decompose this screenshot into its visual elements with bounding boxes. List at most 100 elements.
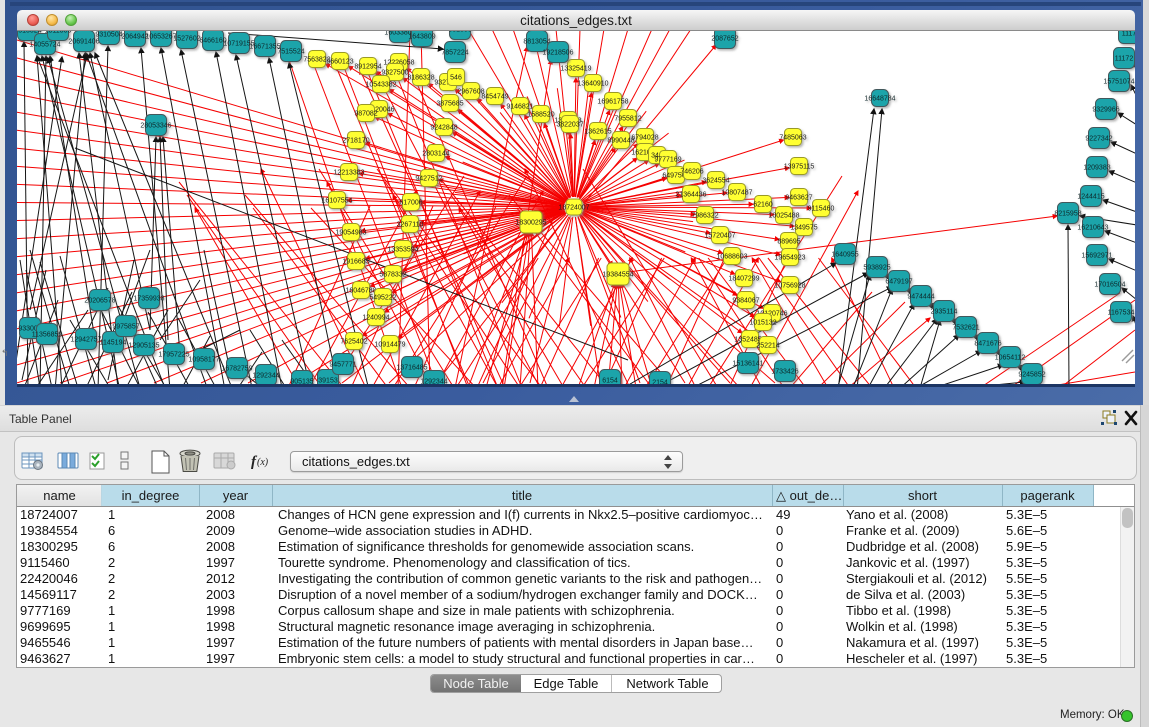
svg-text:1916685: 1916685 bbox=[342, 259, 369, 266]
svg-text:13716485: 13716485 bbox=[396, 365, 427, 372]
svg-text:16107554: 16107554 bbox=[321, 198, 352, 205]
svg-text:11356859: 11356859 bbox=[32, 332, 63, 339]
svg-text:2087652: 2087652 bbox=[711, 36, 738, 43]
svg-text:8813054: 8813054 bbox=[523, 39, 550, 46]
svg-text:1362615: 1362615 bbox=[584, 129, 611, 136]
svg-text:9660123: 9660123 bbox=[326, 59, 353, 66]
svg-text:9463627: 9463627 bbox=[785, 195, 812, 202]
svg-text:7857224: 7857224 bbox=[441, 50, 468, 57]
svg-text:9115460: 9115460 bbox=[808, 206, 835, 213]
svg-text:9427512: 9427512 bbox=[415, 176, 442, 183]
svg-text:18407299: 18407299 bbox=[728, 276, 759, 283]
svg-text:1640955: 1640955 bbox=[831, 252, 858, 259]
svg-text:7955812: 7955812 bbox=[614, 116, 641, 123]
svg-text:10914479: 10914479 bbox=[374, 342, 405, 349]
svg-text:10543382: 10543382 bbox=[365, 82, 396, 89]
svg-text:1240994: 1240994 bbox=[362, 315, 389, 322]
svg-text:1117: 1117 bbox=[1122, 31, 1135, 38]
svg-text:28053346: 28053346 bbox=[140, 123, 171, 130]
svg-text:1811306: 1811306 bbox=[45, 31, 72, 35]
svg-text:2935114: 2935114 bbox=[931, 309, 958, 316]
svg-text:12942757: 12942757 bbox=[70, 337, 101, 344]
svg-text:14055724: 14055724 bbox=[29, 42, 60, 49]
svg-text:1733426: 1733426 bbox=[771, 369, 798, 376]
svg-text:19054983: 19054983 bbox=[335, 230, 366, 237]
svg-text:7625402: 7625402 bbox=[340, 339, 367, 346]
svg-text:3267110: 3267110 bbox=[397, 222, 424, 229]
svg-text:8186328: 8186328 bbox=[407, 75, 434, 82]
svg-text:1527602: 1527602 bbox=[173, 36, 200, 43]
svg-text:1292344: 1292344 bbox=[252, 373, 279, 380]
svg-text:1209383: 1209383 bbox=[1083, 165, 1110, 172]
svg-text:20691406: 20691406 bbox=[68, 39, 99, 46]
svg-text:12905135: 12905135 bbox=[128, 343, 159, 350]
svg-text:8912954: 8912954 bbox=[354, 64, 381, 71]
svg-text:9310504: 9310504 bbox=[95, 32, 122, 39]
svg-text:18724007: 18724007 bbox=[558, 205, 589, 212]
svg-text:13325419: 13325419 bbox=[560, 66, 591, 73]
svg-text:9146821: 9146821 bbox=[506, 104, 533, 111]
svg-text:10654112: 10654112 bbox=[995, 355, 1026, 362]
svg-text:9329966: 9329966 bbox=[1092, 107, 1119, 114]
svg-text:252214: 252214 bbox=[756, 343, 779, 350]
svg-text:15692971: 15692971 bbox=[1081, 253, 1112, 260]
svg-text:62160: 62160 bbox=[753, 202, 773, 209]
svg-text:1244415: 1244415 bbox=[1077, 194, 1104, 201]
svg-text:7532621: 7532621 bbox=[952, 325, 979, 332]
svg-text:5878332: 5878332 bbox=[379, 272, 406, 279]
svg-text:546: 546 bbox=[450, 75, 462, 82]
svg-text:1167534: 1167534 bbox=[1108, 310, 1135, 317]
svg-text:17359938: 17359938 bbox=[133, 296, 164, 303]
svg-text:881305: 881305 bbox=[448, 31, 471, 34]
svg-text:16782759: 16782759 bbox=[221, 366, 252, 373]
svg-text:9384067: 9384067 bbox=[732, 298, 759, 305]
svg-text:15751074: 15751074 bbox=[1103, 79, 1134, 86]
svg-text:15720407: 15720407 bbox=[704, 233, 735, 240]
svg-text:12213383: 12213383 bbox=[333, 170, 364, 177]
svg-text:15136141: 15136141 bbox=[732, 361, 763, 368]
svg-text:3822037: 3822037 bbox=[556, 122, 583, 129]
svg-text:5938925: 5938925 bbox=[863, 265, 890, 272]
svg-text:20206578: 20206578 bbox=[84, 298, 115, 305]
svg-text:617006: 617006 bbox=[399, 200, 422, 207]
svg-text:9245852: 9245852 bbox=[1018, 372, 1045, 379]
svg-text:16210643: 16210643 bbox=[1077, 225, 1108, 232]
svg-text:8454749: 8454749 bbox=[481, 94, 508, 101]
svg-text:17957225: 17957225 bbox=[158, 352, 189, 359]
svg-text:19384554: 19384554 bbox=[602, 272, 633, 279]
svg-text:3875685: 3875685 bbox=[436, 101, 463, 108]
svg-text:19218506: 19218506 bbox=[542, 50, 573, 57]
svg-text:5495222: 5495222 bbox=[369, 295, 396, 302]
svg-text:10756928: 10756928 bbox=[774, 283, 805, 290]
svg-text:7515524: 7515524 bbox=[277, 49, 304, 56]
svg-text:987082: 987082 bbox=[354, 111, 377, 118]
svg-text:889695: 889695 bbox=[777, 239, 800, 246]
svg-text:746206: 746206 bbox=[680, 169, 703, 176]
svg-text:6794028: 6794028 bbox=[631, 135, 658, 142]
svg-text:11172: 11172 bbox=[1115, 56, 1134, 63]
svg-text:9975857: 9975857 bbox=[112, 324, 139, 331]
svg-text:1349575: 1349575 bbox=[790, 225, 817, 232]
svg-text:16671355: 16671355 bbox=[249, 44, 280, 51]
svg-text:10653267: 10653267 bbox=[145, 34, 176, 41]
svg-text:13975115: 13975115 bbox=[784, 164, 815, 171]
svg-text:10807487: 10807487 bbox=[721, 190, 752, 197]
svg-text:13640910: 13640910 bbox=[577, 81, 608, 88]
svg-text:1643809: 1643809 bbox=[408, 34, 435, 41]
svg-text:6479197: 6479197 bbox=[885, 279, 912, 286]
svg-text:8471676: 8471676 bbox=[974, 341, 1001, 348]
svg-text:16961758: 16961758 bbox=[597, 99, 628, 106]
svg-text:3624554: 3624554 bbox=[702, 178, 729, 185]
svg-text:(x): (x) bbox=[257, 457, 269, 468]
svg-text:16046788: 16046788 bbox=[345, 288, 376, 295]
svg-text:7986322: 7986322 bbox=[691, 213, 718, 220]
svg-text:17016504: 17016504 bbox=[1094, 282, 1125, 289]
svg-text:9474444: 9474444 bbox=[907, 294, 934, 301]
svg-text:9777169: 9777169 bbox=[654, 157, 681, 164]
svg-text:10958177: 10958177 bbox=[188, 357, 219, 364]
svg-text:1588520: 1588520 bbox=[527, 112, 554, 119]
svg-text:18300295: 18300295 bbox=[515, 220, 546, 227]
svg-text:2803144: 2803144 bbox=[422, 151, 449, 158]
svg-text:8215958: 8215958 bbox=[1054, 211, 1081, 218]
svg-text:9457771: 9457771 bbox=[329, 362, 356, 369]
